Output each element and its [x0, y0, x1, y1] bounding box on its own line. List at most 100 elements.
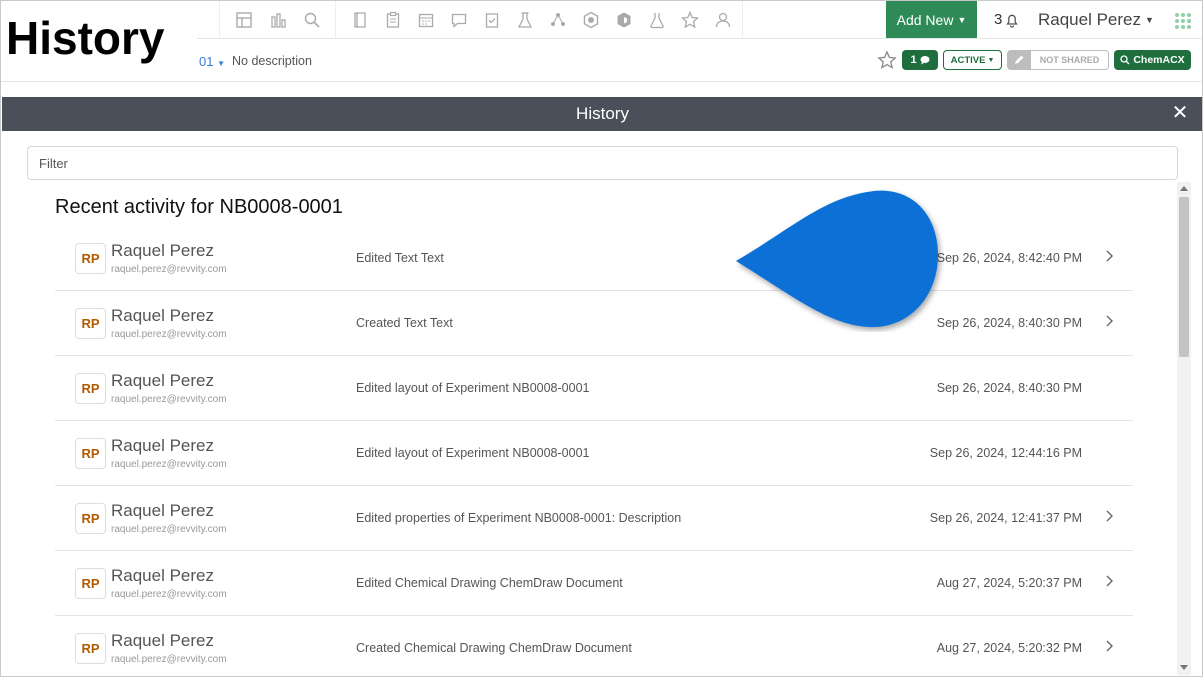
activity-row[interactable]: RP Raquel Perez raquel.perez@revvity.com Ed… [55, 486, 1133, 551]
add-new-label: Add New [896, 11, 954, 28]
clipboard-icon[interactable] [383, 10, 403, 30]
cube-icon[interactable] [614, 10, 634, 30]
chevron-right-icon[interactable] [1103, 313, 1115, 329]
caret-down-icon: ▼ [1145, 15, 1154, 25]
modal-title: History [576, 104, 629, 123]
activity-user-email: raquel.perez@revvity.com [111, 264, 227, 275]
hexagon-icon[interactable] [581, 10, 601, 30]
activity-user-name: Raquel Perez [111, 306, 215, 325]
recent-activity-heading: Recent activity for NB0008-0001 [55, 196, 343, 218]
activity-description: Edited properties of Experiment NB0008-0… [356, 511, 682, 525]
notification-count: 3 [994, 11, 1003, 28]
activity-description: Created Text Text [356, 316, 453, 330]
scrollbar-thumb[interactable] [1179, 197, 1189, 357]
avatar: RP [75, 438, 106, 469]
activity-row[interactable]: RP Raquel Perez raquel.perez@revvity.com Ed… [55, 421, 1133, 486]
avatar: RP [75, 308, 106, 339]
dashboard-icon[interactable] [234, 10, 254, 30]
notifications-button[interactable]: 3 [994, 11, 1020, 28]
activity-user-name: Raquel Perez [111, 631, 215, 650]
activity-user-email: raquel.perez@revvity.com [111, 524, 227, 535]
activity-timestamp: Sep 26, 2024, 8:40:30 PM [936, 316, 1082, 330]
activity-row[interactable]: RP Raquel Perez raquel.perez@revvity.com Cr… [55, 291, 1133, 356]
activity-description: Edited layout of Experiment NB0008-0001 [356, 381, 590, 395]
activity-user-email: raquel.perez@revvity.com [111, 589, 227, 600]
activity-timestamp: Aug 27, 2024, 5:20:37 PM [936, 576, 1082, 590]
notebook-icon[interactable] [350, 10, 370, 30]
experiment-dropdown[interactable]: 01 ▼ [199, 54, 225, 69]
people-icon[interactable] [713, 10, 733, 30]
favorite-star-icon[interactable] [877, 50, 897, 70]
modal-header: History ✕ [2, 97, 1202, 131]
caret-down-icon: ▼ [987, 56, 995, 64]
activity-row[interactable]: RP Raquel Perez raquel.perez@revvity.com Ed… [55, 356, 1133, 421]
toolbar-group-views [219, 1, 335, 39]
status-dropdown[interactable]: ACTIVE ▼ [943, 50, 1002, 70]
experiment-id-fragment: 01 [199, 54, 214, 69]
comment-count: 1 [910, 54, 917, 66]
close-icon[interactable]: ✕ [1171, 103, 1189, 123]
comment-icon[interactable] [449, 10, 469, 30]
comments-badge[interactable]: 1 [902, 50, 938, 70]
calendar-icon[interactable] [416, 10, 436, 30]
filter-input[interactable] [27, 146, 1178, 180]
activity-timestamp: Sep 26, 2024, 12:41:37 PM [929, 511, 1082, 525]
chemacx-button[interactable]: ChemACX [1114, 50, 1191, 70]
sharing-status[interactable]: NOT SHARED [1031, 50, 1109, 70]
activity-list: RP Raquel Perez raquel.perez@revvity.com Ed… [55, 226, 1133, 676]
activity-timestamp: Sep 26, 2024, 12:44:16 PM [929, 446, 1082, 460]
activity-user-name: Raquel Perez [111, 566, 215, 585]
caret-down-icon: ▼ [217, 59, 226, 68]
star-icon[interactable] [680, 10, 700, 30]
caret-down-icon: ▼ [957, 14, 967, 25]
activity-user-email: raquel.perez@revvity.com [111, 459, 227, 470]
chevron-right-icon[interactable] [1103, 573, 1115, 589]
toolbar-group-tools [335, 1, 743, 39]
callout-pointer-icon [736, 190, 939, 328]
bell-icon [1006, 14, 1019, 28]
experiment-description[interactable]: No description [232, 54, 312, 68]
activity-timestamp: Sep 26, 2024, 8:40:30 PM [936, 381, 1082, 395]
chevron-right-icon[interactable] [1103, 248, 1115, 264]
pencil-icon [1015, 55, 1024, 64]
activity-row[interactable]: RP Raquel Perez raquel.perez@revvity.com Ed… [55, 551, 1133, 616]
activity-timestamp: Aug 27, 2024, 5:20:32 PM [936, 641, 1082, 655]
activity-description: Edited layout of Experiment NB0008-0001 [356, 446, 590, 460]
chemacx-label: ChemACX [1133, 54, 1185, 66]
chevron-right-icon[interactable] [1103, 508, 1115, 524]
search-icon[interactable] [302, 10, 322, 30]
add-new-button[interactable]: Add New ▼ [886, 1, 977, 38]
comment-icon [920, 56, 930, 65]
activity-description: Edited Chemical Drawing ChemDraw Documen… [356, 576, 623, 590]
scroll-up-icon[interactable] [1178, 183, 1190, 195]
avatar: RP [75, 568, 106, 599]
edit-sharing-button[interactable] [1007, 50, 1031, 70]
activity-timestamp: Sep 26, 2024, 8:42:40 PM [936, 251, 1082, 265]
status-label: ACTIVE [950, 54, 986, 66]
activity-row[interactable]: RP Raquel Perez raquel.perez@revvity.com Cr… [55, 616, 1133, 676]
activity-user-name: Raquel Perez [111, 241, 215, 260]
chevron-right-icon[interactable] [1103, 638, 1115, 654]
avatar: RP [75, 373, 106, 404]
network-icon[interactable] [548, 10, 568, 30]
task-icon[interactable] [482, 10, 502, 30]
activity-user-email: raquel.perez@revvity.com [111, 654, 227, 665]
scroll-down-icon[interactable] [1178, 661, 1190, 673]
activity-description: Created Chemical Drawing ChemDraw Docume… [356, 641, 632, 655]
flask-icon[interactable] [647, 10, 667, 30]
lab-icon[interactable] [515, 10, 535, 30]
user-menu[interactable]: Raquel Perez ▼ [1038, 10, 1154, 30]
activity-user-name: Raquel Perez [111, 436, 215, 455]
avatar: RP [75, 633, 106, 664]
avatar: RP [75, 503, 106, 534]
app-window: Add New ▼ 3 Raquel Perez ▼ 01 ▼ No descr… [0, 0, 1203, 677]
avatar: RP [75, 243, 106, 274]
apps-grid-icon[interactable] [1173, 11, 1193, 31]
overlay-title-label: History [1, 7, 197, 69]
activity-user-name: Raquel Perez [111, 501, 215, 520]
activity-user-email: raquel.perez@revvity.com [111, 329, 227, 340]
chart-icon[interactable] [268, 10, 288, 30]
activity-row[interactable]: RP Raquel Perez raquel.perez@revvity.com Ed… [55, 226, 1133, 291]
user-name: Raquel Perez [1038, 10, 1142, 29]
search-icon [1120, 55, 1130, 65]
